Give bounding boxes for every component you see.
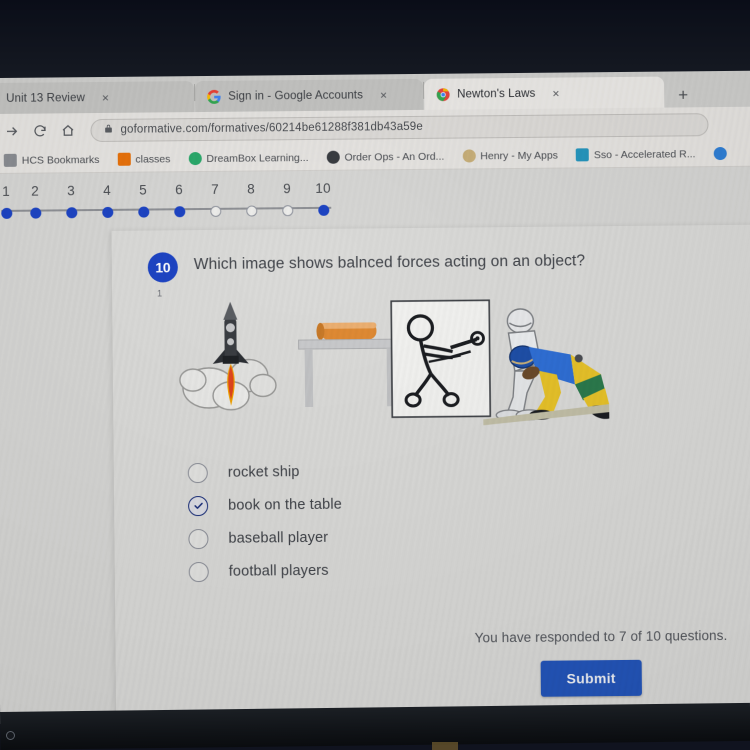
baseball-player-image bbox=[390, 299, 492, 423]
progress-dot-9[interactable] bbox=[281, 204, 293, 216]
dreambox-icon bbox=[188, 152, 202, 166]
bookmark-label: Henry - My Apps bbox=[480, 149, 558, 162]
home-icon[interactable] bbox=[60, 123, 75, 138]
question-text: Which image shows balnced forces acting … bbox=[193, 252, 586, 274]
option-rocket-ship[interactable]: rocket ship bbox=[187, 451, 750, 490]
progress-dot-3[interactable] bbox=[65, 206, 77, 218]
progress-number-5: 5 bbox=[139, 182, 148, 198]
bookmark-overflow[interactable] bbox=[704, 146, 740, 161]
bookmark-henry-my-apps[interactable]: Henry - My Apps bbox=[453, 149, 567, 163]
arrow-right-icon[interactable] bbox=[4, 123, 19, 138]
option-label: book on the table bbox=[228, 496, 342, 514]
answer-options: rocket ship book on the table baseball p… bbox=[187, 451, 750, 589]
progress-number-8: 8 bbox=[247, 181, 256, 197]
option-football-players[interactable]: football players bbox=[188, 550, 750, 589]
radio-button[interactable] bbox=[188, 561, 209, 582]
progress-number-2: 2 bbox=[31, 183, 40, 199]
question-card: 10 Which image shows balnced forces acti… bbox=[111, 224, 750, 724]
progress-dot-1[interactable] bbox=[0, 207, 12, 219]
submit-row: Submit bbox=[116, 659, 750, 701]
option-baseball-player[interactable]: baseball player bbox=[188, 517, 750, 556]
bookmark-classes[interactable]: classes bbox=[108, 152, 179, 166]
radio-button[interactable] bbox=[187, 462, 208, 483]
bookmark-dreambox-learning[interactable]: DreamBox Learning... bbox=[179, 151, 317, 166]
tab-unit-13-review[interactable]: Unit 13 Review × bbox=[0, 81, 195, 114]
progress-number-9: 9 bbox=[283, 180, 292, 196]
sso-icon bbox=[575, 148, 589, 162]
progress-number-10: 10 bbox=[315, 180, 331, 196]
url-text: goformative.com/formatives/60214be61288f… bbox=[120, 120, 423, 136]
progress-number-7: 7 bbox=[211, 181, 220, 197]
tab-close-icon[interactable]: × bbox=[380, 88, 387, 102]
lock-icon bbox=[103, 123, 113, 137]
progress-dot-5[interactable] bbox=[137, 206, 149, 218]
new-tab-button[interactable]: + bbox=[664, 85, 702, 107]
tab-google-sign-in[interactable]: Sign in - Google Accounts × bbox=[195, 78, 424, 113]
progress-number-1: 1 bbox=[2, 183, 11, 199]
reload-icon[interactable] bbox=[32, 123, 47, 138]
progress-dot-10[interactable] bbox=[317, 204, 329, 216]
tab-close-icon[interactable]: × bbox=[102, 90, 109, 104]
tab-newtons-laws[interactable]: Newton's Laws × bbox=[424, 76, 665, 110]
question-images bbox=[178, 296, 613, 430]
radio-button-selected[interactable] bbox=[188, 495, 209, 516]
progress-dot-8[interactable] bbox=[245, 204, 257, 217]
bookmark-icon bbox=[713, 146, 727, 161]
bookmark-label: DreamBox Learning... bbox=[206, 151, 309, 165]
radio-button[interactable] bbox=[188, 528, 209, 549]
progress-dot-4[interactable] bbox=[101, 206, 113, 218]
laptop-indicator-light bbox=[6, 731, 15, 740]
question-progress-tracker: 1 2 3 4 5 6 7 8 9 10 bbox=[0, 167, 750, 232]
address-bar[interactable]: goformative.com/formatives/60214be61288f… bbox=[90, 112, 709, 142]
classroom-icon bbox=[117, 152, 131, 166]
bookmark-label: Order Ops - An Ord... bbox=[344, 150, 445, 164]
question-header: 10 Which image shows balnced forces acti… bbox=[111, 225, 750, 283]
chrome-icon bbox=[436, 87, 450, 101]
tab-title: Unit 13 Review bbox=[6, 91, 86, 105]
option-label: baseball player bbox=[228, 529, 329, 547]
question-number-badge: 10 bbox=[147, 252, 178, 283]
bookmark-hcs-bookmarks[interactable]: HCS Bookmarks bbox=[0, 153, 108, 167]
laptop-bezel-top bbox=[0, 0, 750, 80]
laptop-bezel-bottom bbox=[0, 702, 750, 750]
bookmark-order-ops[interactable]: Order Ops - An Ord... bbox=[317, 150, 453, 164]
football-players-image bbox=[478, 300, 613, 430]
option-book-on-the-table[interactable]: book on the table bbox=[188, 484, 750, 523]
bookmark-label: Sso - Accelerated R... bbox=[593, 147, 696, 161]
check-icon bbox=[193, 502, 203, 509]
folder-icon bbox=[3, 153, 17, 167]
rocket-ship-image bbox=[178, 299, 289, 425]
response-status-text: You have responded to 7 of 10 questions. bbox=[474, 627, 728, 646]
person-icon bbox=[462, 149, 476, 163]
laptop-hinge-detail bbox=[432, 742, 458, 750]
option-label: football players bbox=[228, 562, 329, 580]
question-sub-marker: 1 bbox=[157, 288, 163, 299]
progress-number-4: 4 bbox=[103, 182, 112, 198]
tab-title: Newton's Laws bbox=[457, 87, 536, 101]
progress-dot-6[interactable] bbox=[173, 205, 185, 217]
progress-dot-7[interactable] bbox=[209, 205, 221, 217]
bookmark-label: HCS Bookmarks bbox=[21, 153, 100, 167]
browser-window: Unit 13 Review × Sign in - Google Accoun… bbox=[0, 70, 750, 724]
progress-dot-2[interactable] bbox=[29, 207, 41, 219]
formative-page: 1 2 3 4 5 6 7 8 9 10 10 Which image show… bbox=[0, 166, 750, 724]
google-icon bbox=[207, 89, 221, 104]
browser-tabstrip: Unit 13 Review × Sign in - Google Accoun… bbox=[0, 70, 750, 114]
bookmark-sso-accelerated-reader[interactable]: Sso - Accelerated R... bbox=[567, 147, 705, 162]
laptop-screen-photo: Unit 13 Review × Sign in - Google Accoun… bbox=[0, 0, 750, 750]
progress-number-6: 6 bbox=[175, 181, 184, 197]
submit-button[interactable]: Submit bbox=[540, 659, 642, 697]
progress-number-3: 3 bbox=[67, 182, 76, 198]
tab-close-icon[interactable]: × bbox=[552, 86, 559, 100]
option-label: rocket ship bbox=[227, 463, 300, 481]
tab-title: Sign in - Google Accounts bbox=[228, 88, 364, 103]
bookmark-label: classes bbox=[135, 152, 171, 166]
order-ops-icon bbox=[326, 150, 340, 164]
